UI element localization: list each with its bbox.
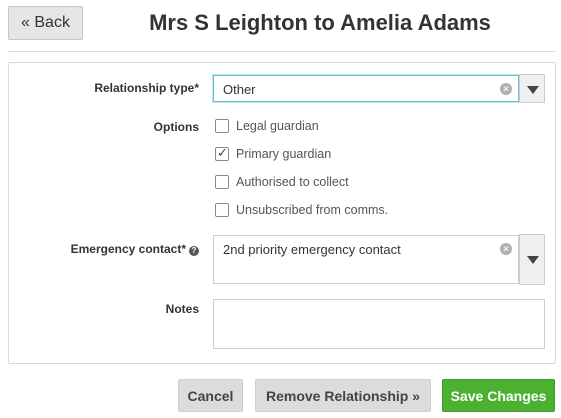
option-label: Primary guardian bbox=[236, 147, 332, 161]
notes-textarea[interactable] bbox=[213, 299, 545, 349]
emergency-contact-label-text: Emergency contact* bbox=[70, 242, 186, 256]
remove-relationship-button[interactable]: Remove Relationship » bbox=[255, 379, 431, 412]
emergency-contact-select[interactable]: 2nd priority emergency contact ✕ bbox=[213, 235, 519, 284]
checkbox[interactable] bbox=[215, 175, 229, 189]
caret-down-icon bbox=[527, 86, 539, 94]
caret-down-icon bbox=[527, 256, 539, 264]
checkbox[interactable] bbox=[215, 203, 229, 217]
option-label: Unsubscribed from comms. bbox=[236, 203, 389, 217]
save-changes-button[interactable]: Save Changes bbox=[442, 379, 555, 412]
page-header: « Back Mrs S Leighton to Amelia Adams bbox=[0, 0, 561, 44]
notes-label: Notes bbox=[165, 302, 199, 316]
relationship-type-dropdown-button[interactable] bbox=[519, 74, 545, 103]
back-button[interactable]: « Back bbox=[8, 6, 83, 40]
relationship-type-select[interactable]: Other ✕ bbox=[213, 75, 519, 102]
option-label: Legal guardian bbox=[236, 119, 319, 133]
clear-circle-icon[interactable]: ✕ bbox=[500, 83, 512, 95]
page-title: Mrs S Leighton to Amelia Adams bbox=[149, 10, 491, 35]
clear-circle-icon[interactable]: ✕ bbox=[500, 243, 512, 255]
option-label: Authorised to collect bbox=[236, 175, 349, 189]
header-divider bbox=[8, 51, 555, 52]
emergency-contact-label: Emergency contact*? bbox=[71, 242, 199, 256]
relationship-type-value: Other bbox=[223, 82, 256, 97]
relationship-type-label: Relationship type* bbox=[94, 81, 199, 95]
checkbox[interactable] bbox=[215, 119, 229, 133]
checkmark-icon: ✓ bbox=[217, 145, 228, 160]
options-label: Options bbox=[153, 120, 199, 134]
emergency-contact-value: 2nd priority emergency contact bbox=[223, 242, 401, 257]
question-circle-icon[interactable]: ? bbox=[189, 246, 199, 256]
emergency-contact-dropdown-button[interactable] bbox=[519, 234, 545, 285]
cancel-button[interactable]: Cancel bbox=[178, 379, 243, 412]
checkbox-checked[interactable]: ✓ bbox=[215, 145, 229, 161]
